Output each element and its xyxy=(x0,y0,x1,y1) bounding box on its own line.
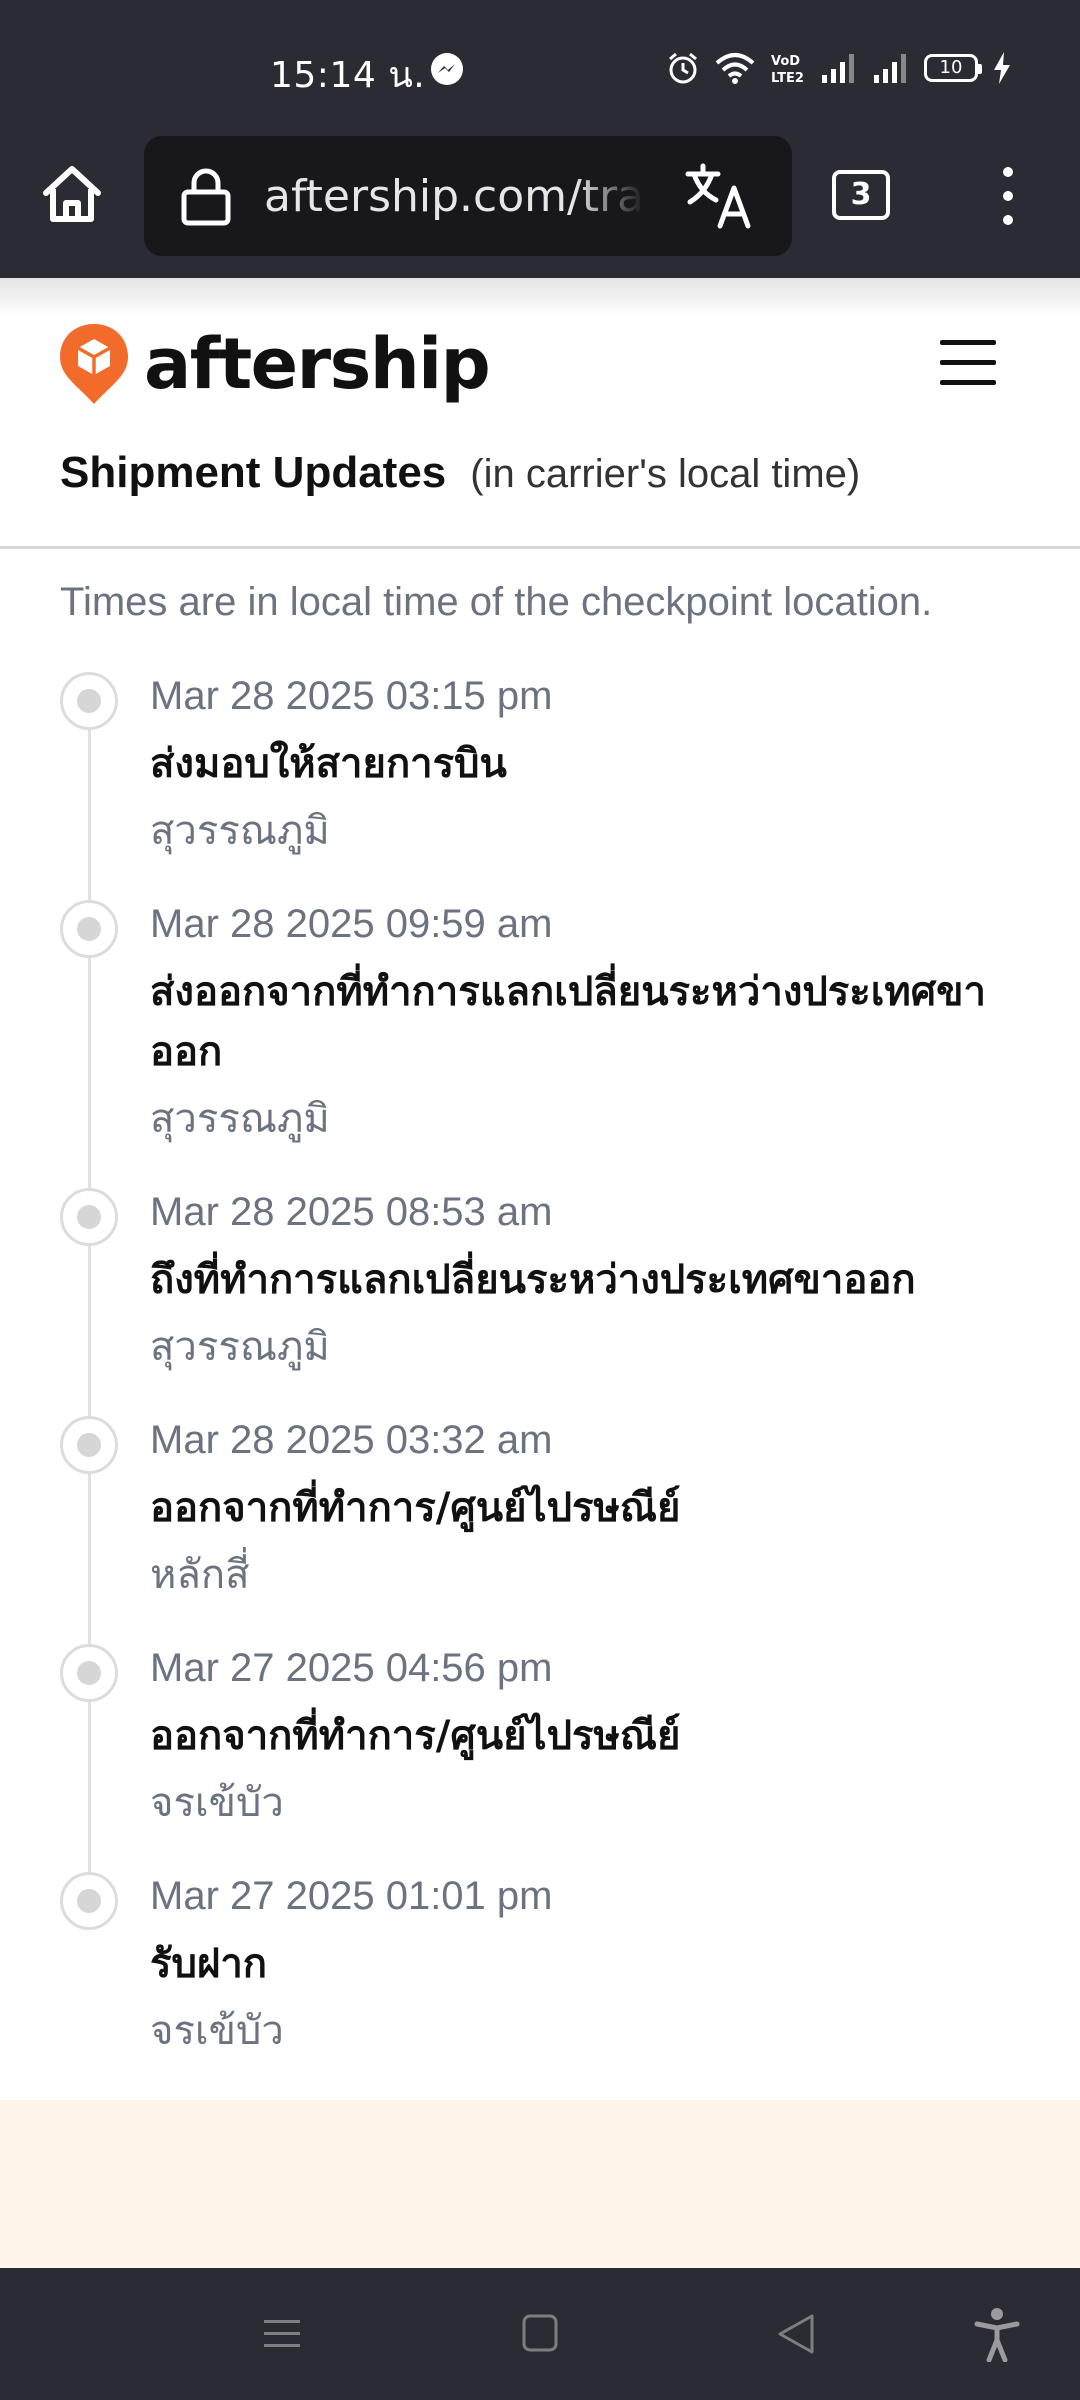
more-icon[interactable] xyxy=(990,164,1026,228)
checkpoint-location: สุวรรณภูมิ xyxy=(150,1096,330,1142)
checkpoint-time: Mar 28 2025 09:59 am xyxy=(150,902,553,946)
timeline-line xyxy=(88,702,91,1922)
checkpoint-time: Mar 28 2025 08:53 am xyxy=(150,1190,553,1234)
divider xyxy=(0,546,1080,549)
translate-icon[interactable] xyxy=(684,162,756,230)
checkpoint-timeline: Mar 28 2025 03:15 pm ส่งมอบให้สายการบิน … xyxy=(0,670,1080,2070)
checkpoint-location: หลักสี่ xyxy=(150,1552,250,1598)
checkpoint-time: Mar 27 2025 01:01 pm xyxy=(150,1874,553,1918)
checkpoint-dot xyxy=(60,1188,118,1246)
svg-text:LTE2: LTE2 xyxy=(771,71,804,85)
signal-icon xyxy=(874,54,906,83)
address-bar[interactable]: aftership.com/track xyxy=(144,136,792,256)
volte-icon: VoD LTE2 xyxy=(771,54,804,85)
checkpoint-location: สุวรรณภูมิ xyxy=(150,1324,330,1370)
checkpoint-dot xyxy=(60,1644,118,1702)
status-icons: VoD LTE2 10 xyxy=(666,48,1012,88)
checkpoint-status: ออกจากที่ทำการ/ศูนย์ไปรษณีย์ xyxy=(150,1485,681,1531)
charging-icon xyxy=(994,52,1010,84)
shipment-updates-header: Shipment Updates (in carrier's local tim… xyxy=(60,448,860,498)
checkpoint-status: ส่งมอบให้สายการบิน xyxy=(150,741,507,787)
status-time: 15:14 น. xyxy=(270,55,426,96)
checkpoint-dot xyxy=(60,900,118,958)
checkpoint-dot xyxy=(60,1872,118,1930)
hamburger-icon[interactable] xyxy=(938,336,998,390)
section-title: Shipment Updates xyxy=(60,448,447,497)
checkpoint-dot xyxy=(60,1416,118,1474)
checkpoint-time: Mar 28 2025 03:15 pm xyxy=(150,674,553,718)
home-square-icon[interactable] xyxy=(520,2306,560,2362)
checkpoint-status: รับฝาก xyxy=(150,1941,267,1987)
toolbar-shadow xyxy=(0,278,1080,318)
battery-level: 10 xyxy=(939,57,963,78)
checkpoint-time: Mar 28 2025 03:32 am xyxy=(150,1418,553,1462)
messenger-icon xyxy=(431,53,463,85)
lock-icon[interactable] xyxy=(178,166,234,226)
home-button[interactable] xyxy=(36,158,108,230)
checkpoint-status: ออกจากที่ทำการ/ศูนย์ไปรษณีย์ xyxy=(150,1713,681,1759)
brand-name: aftership xyxy=(144,323,491,405)
back-icon[interactable] xyxy=(776,2306,816,2362)
section-subtitle: (in carrier's local time) xyxy=(470,452,861,496)
checkpoint-location: จรเข้บัว xyxy=(150,1780,284,1826)
tab-count: 3 xyxy=(850,177,872,212)
signal-icon xyxy=(822,54,854,83)
aftership-logo-icon xyxy=(60,324,128,404)
recent-apps-icon[interactable] xyxy=(262,2306,302,2362)
checkpoint-location: จรเข้บัว xyxy=(150,2008,284,2054)
alarm-icon xyxy=(669,52,697,84)
footer-band xyxy=(0,2100,1080,2270)
checkpoint-status: ส่งออกจากที่ทำการแลกเปลี่ยนระหว่างประเทศ… xyxy=(150,969,986,1075)
aftership-logo[interactable]: aftership xyxy=(58,322,491,406)
checkpoint-time: Mar 27 2025 04:56 pm xyxy=(150,1646,553,1690)
wifi-icon xyxy=(715,53,755,84)
svg-text:VoD: VoD xyxy=(771,54,800,69)
checkpoint-dot xyxy=(60,672,118,730)
timezone-note: Times are in local time of the checkpoin… xyxy=(60,580,933,624)
home-icon xyxy=(43,166,101,222)
url-text[interactable]: aftership.com/track xyxy=(264,172,644,222)
status-bar: 15:14 น. VoD LTE2 10 xyxy=(0,0,1080,134)
accessibility-icon[interactable] xyxy=(974,2306,1020,2362)
checkpoint-location: สุวรรณภูมิ xyxy=(150,808,330,854)
tab-switcher-button[interactable]: 3 xyxy=(832,170,890,220)
checkpoint-status: ถึงที่ทำการแลกเปลี่ยนระหว่างประเทศขาออก xyxy=(150,1257,916,1303)
battery-icon: 10 xyxy=(924,54,982,82)
